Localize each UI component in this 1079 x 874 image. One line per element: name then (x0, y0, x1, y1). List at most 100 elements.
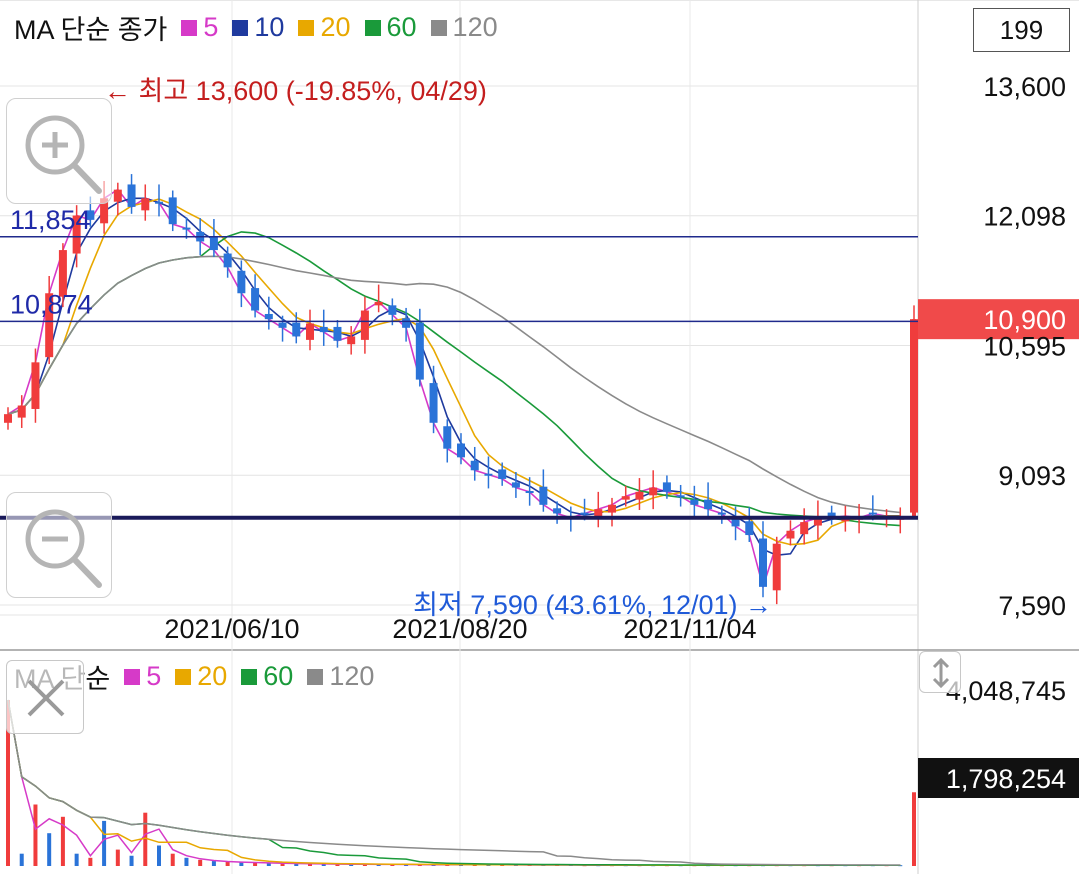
ma60-line (7, 231, 901, 527)
zoom-out-icon (25, 509, 102, 588)
candle-body (182, 227, 191, 230)
y-tick-label: 10,595 (983, 332, 1066, 362)
candle-body (388, 305, 397, 315)
volume-ma60-line (7, 699, 901, 866)
vol-ma5-swatch (124, 668, 141, 685)
candle-body (347, 336, 356, 345)
volume-bar (19, 853, 24, 866)
candle-body (621, 496, 630, 500)
candle-body (168, 197, 177, 225)
candle-body (608, 504, 616, 513)
volume-ma5-line (7, 699, 901, 866)
candle-body (155, 201, 163, 204)
ma60-swatch (364, 19, 381, 36)
candle-body (292, 322, 301, 337)
zoom-in-button[interactable] (6, 98, 112, 204)
candle-body (429, 383, 438, 423)
zoom-out-button[interactable] (6, 492, 112, 598)
candle-body (209, 236, 218, 251)
candle-body (676, 495, 685, 498)
candle-body (127, 184, 136, 207)
y-tick-label: 13,600 (983, 72, 1066, 102)
ma120-swatch (430, 19, 447, 36)
candle-body (374, 301, 383, 306)
volume-bar (47, 833, 52, 866)
candle-body (31, 362, 40, 409)
y-tick-label: 9,093 (998, 461, 1066, 491)
close-indicator-button[interactable] (6, 660, 84, 734)
vol-ma20-swatch (175, 668, 192, 685)
volume-max-tick: 4,048,745 (946, 676, 1066, 706)
y-tick-label: 12,098 (983, 202, 1066, 232)
volume-bar (170, 853, 175, 866)
volume-bar (912, 792, 916, 866)
candle-body (717, 512, 726, 515)
resize-vertical-icon (932, 657, 950, 689)
candle-body (553, 508, 562, 514)
candle-body (800, 522, 809, 535)
candle-body (306, 323, 314, 340)
resize-panel-button[interactable] (919, 651, 961, 693)
ma10-line (7, 197, 901, 557)
vol-ma5-label: 5 (146, 661, 162, 691)
ma10-label: 10 (254, 12, 285, 42)
candle-body (662, 482, 671, 492)
volume-bar (33, 804, 38, 866)
candle-body (415, 322, 424, 380)
candle-body (264, 313, 273, 320)
period-count-box[interactable]: 199 (973, 8, 1070, 52)
moving-average-lines (7, 188, 901, 590)
ma120-line (7, 255, 901, 514)
volume-bar (225, 861, 230, 866)
candle-body (141, 198, 150, 211)
ma20-label: 20 (320, 12, 351, 42)
candle-body (525, 491, 534, 494)
candle-body (484, 473, 493, 476)
volume-bar (198, 859, 203, 866)
vol-ma120-swatch (307, 668, 324, 685)
candle-body (402, 318, 411, 328)
vol-ma60-label: 60 (263, 661, 294, 691)
level-label: 10,874 (10, 289, 93, 319)
volume-ma-lines (7, 699, 901, 866)
stock-chart[interactable]: 11,854 10,874 ← 최고 13,600 (-19.85%, 04/29)… (0, 0, 1079, 874)
x-tick-label: 2021/06/10 (164, 614, 299, 644)
vol-ma120-label: 120 (329, 661, 375, 691)
candle-body (759, 538, 767, 587)
candle-body (278, 322, 287, 328)
volume-ma20-line (7, 699, 901, 866)
candle-body (539, 486, 548, 505)
ma20-line (7, 198, 901, 546)
candle-body (594, 509, 603, 517)
ma5-label: 5 (203, 12, 219, 42)
x-tick-label: 2021/08/20 (392, 614, 527, 644)
vol-ma60-swatch (241, 668, 258, 685)
ma10-swatch (232, 19, 249, 36)
ma60-label: 60 (386, 12, 417, 42)
ma5-swatch (181, 19, 198, 36)
candle-body (690, 499, 699, 505)
candle-body (443, 426, 452, 449)
candle-body (4, 414, 12, 423)
candle-body (868, 512, 877, 515)
candle-body (704, 499, 713, 510)
candle-body (237, 270, 246, 294)
close-icon (27, 679, 65, 717)
candle-body (511, 482, 520, 488)
candle-body (457, 443, 465, 458)
high-annotation: ← 최고 13,600 (-19.85%, 04/29) (104, 76, 487, 106)
current-volume-label: 1,798,254 (946, 764, 1066, 794)
candle-body (580, 512, 589, 515)
volume-bar (157, 845, 161, 866)
zoom-in-icon (25, 115, 102, 194)
y-tick-label: 7,590 (998, 591, 1066, 621)
current-candle (912, 319, 916, 518)
candle-body (786, 530, 795, 539)
candle-body (251, 288, 260, 311)
ma20-swatch (298, 19, 315, 36)
volume-bar (211, 861, 216, 866)
candle-body (333, 326, 342, 341)
candle-body (319, 326, 328, 333)
candle-body (649, 487, 658, 496)
candle-body (113, 189, 122, 202)
